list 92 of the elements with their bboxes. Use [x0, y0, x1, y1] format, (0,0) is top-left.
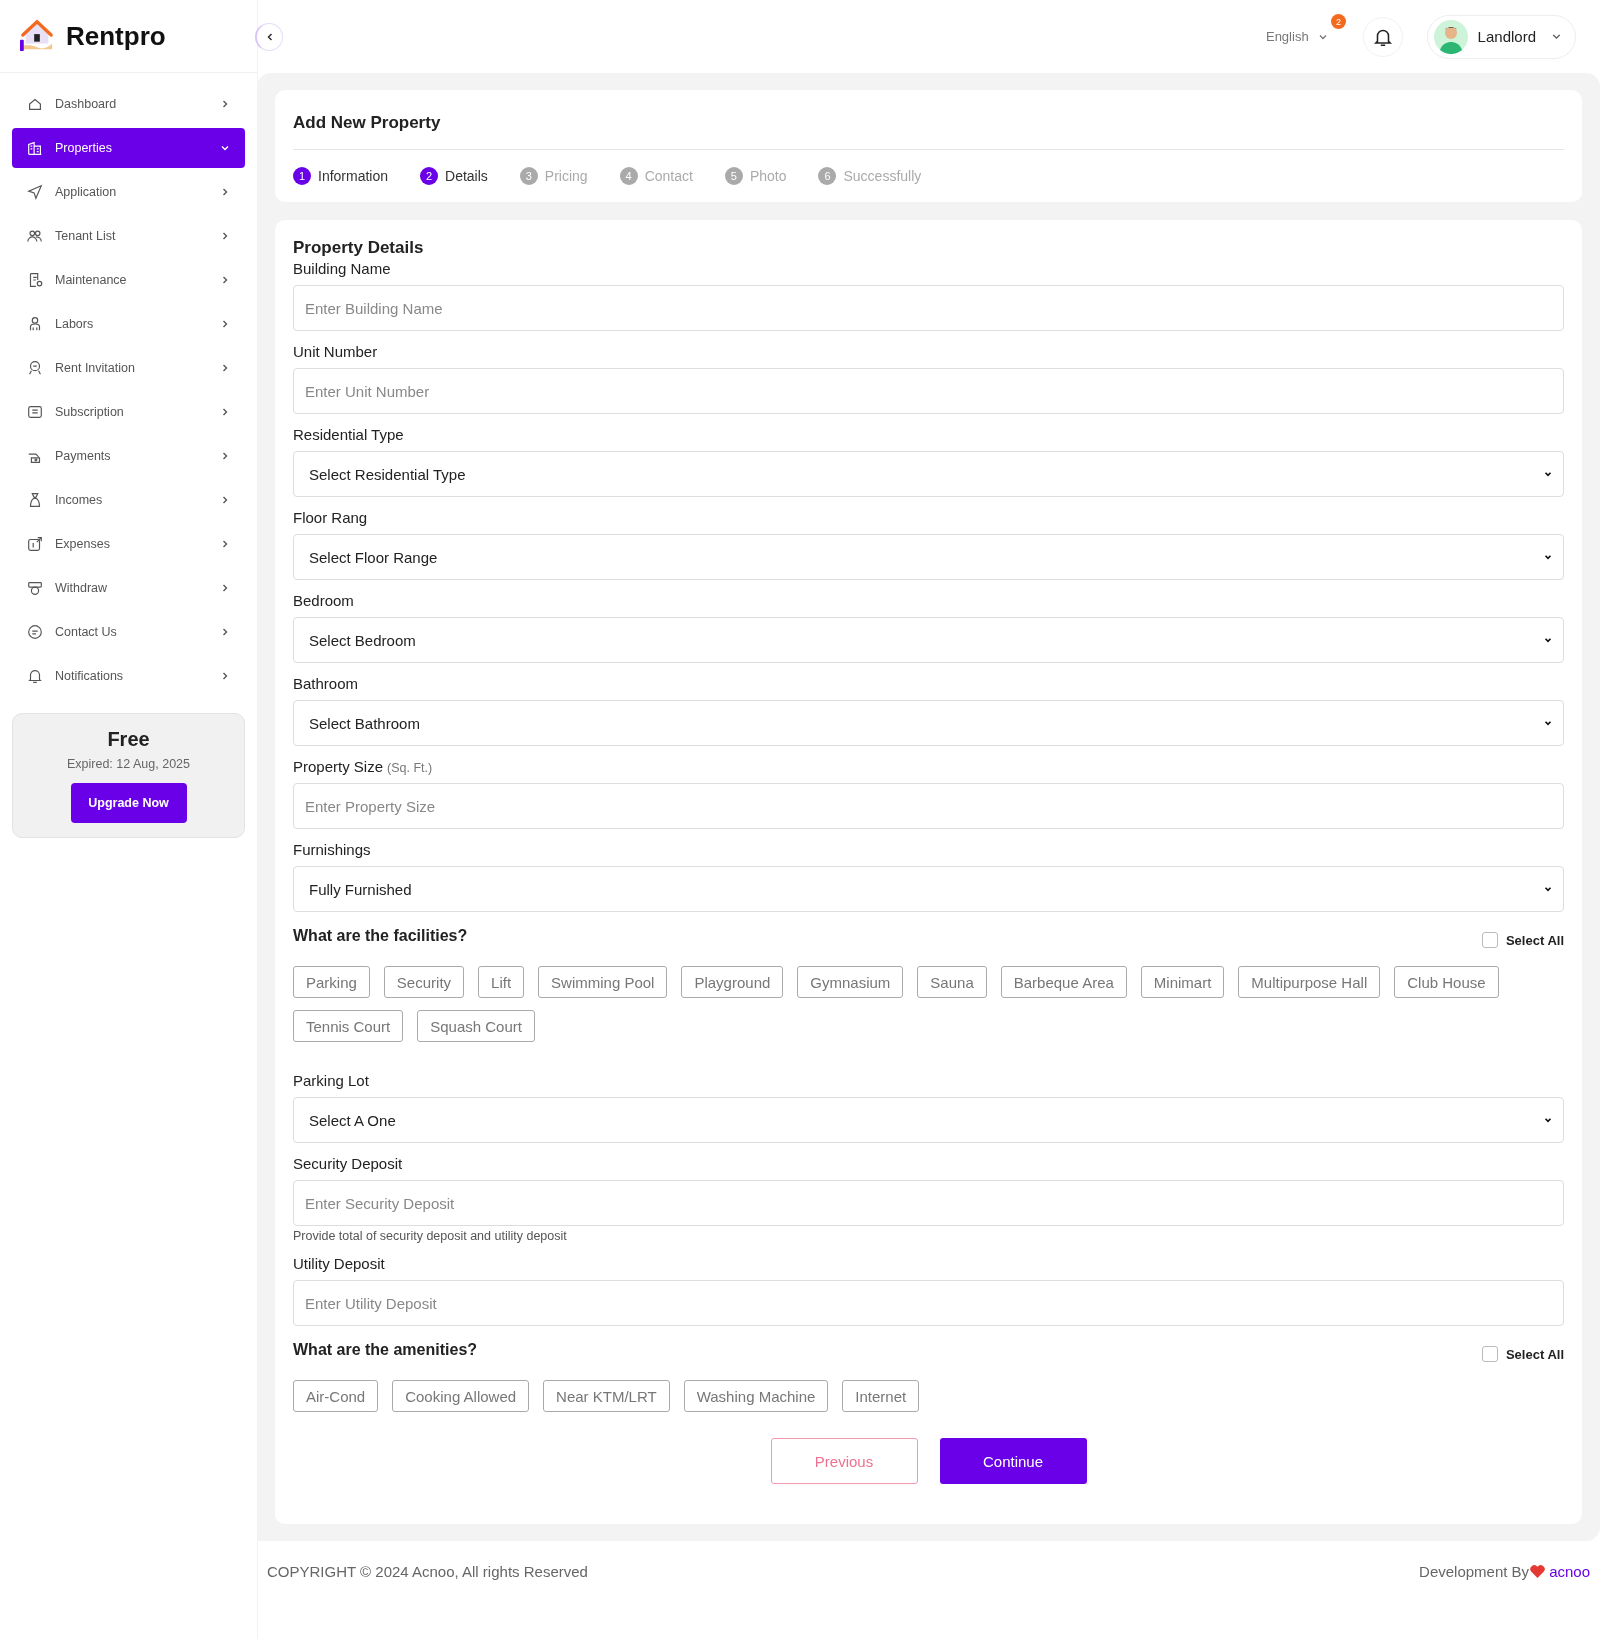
option-chip[interactable]: Gymnasium: [797, 966, 904, 998]
sidebar-item[interactable]: Labors: [12, 304, 245, 344]
option-chip[interactable]: Near KTM/LRT: [543, 1380, 670, 1412]
sidebar-item[interactable]: Incomes: [12, 480, 245, 520]
plan-name: Free: [107, 728, 150, 751]
step-label[interactable]: Details: [445, 168, 488, 184]
option-chip[interactable]: Security: [383, 966, 465, 998]
field-label: Residential Type: [293, 426, 404, 443]
option-chip[interactable]: Squash Court: [417, 1010, 535, 1042]
brand-name: Rentpro: [66, 20, 166, 52]
field-label: Building Name: [293, 260, 391, 277]
field-label: Floor Rang: [293, 509, 368, 526]
option-chip[interactable]: Swimming Pool: [538, 966, 668, 998]
option-chip[interactable]: Cooking Allowed: [392, 1380, 530, 1412]
step-label[interactable]: Information: [318, 168, 389, 184]
option-chip[interactable]: Minimart: [1140, 966, 1225, 998]
input-field[interactable]: Enter Utility Deposit: [293, 1280, 1564, 1326]
field-hint: Provide total of security deposit and utility deposit: [293, 1229, 568, 1243]
field-label: Furnishings: [293, 841, 371, 858]
select-field[interactable]: Select Bedroom: [293, 617, 1564, 663]
sidebar-item[interactable]: Tenant List: [12, 216, 245, 256]
option-chip[interactable]: Parking: [293, 966, 370, 998]
step-number: 2: [420, 167, 439, 185]
sidebar-item[interactable]: Subscription: [12, 392, 245, 432]
question-title: What are the amenities?: [293, 1341, 478, 1359]
option-chip[interactable]: Air-Cond: [293, 1380, 379, 1412]
step-number: 4: [619, 167, 638, 185]
field-label: Property Size: [293, 758, 384, 775]
field-label: Parking Lot: [293, 1072, 369, 1089]
question-title: What are the facilities?: [293, 927, 468, 945]
sidebar-item[interactable]: Payments: [12, 436, 245, 476]
sidebar-item[interactable]: Properties: [12, 128, 245, 168]
bell-icon: [26, 667, 44, 685]
step-number: 6: [818, 167, 837, 185]
step-number: 3: [519, 167, 538, 185]
option-chip[interactable]: Internet: [842, 1380, 920, 1412]
option-chip[interactable]: Lift: [478, 966, 525, 998]
section-title: Property Details: [293, 238, 425, 258]
input-field[interactable]: Enter Building Name: [293, 285, 1564, 331]
sidebar-item[interactable]: Withdraw: [12, 568, 245, 608]
notification-badge: 2: [1331, 14, 1346, 29]
select-field[interactable]: Select A One: [293, 1097, 1564, 1143]
checkbox[interactable]: [1481, 1346, 1498, 1362]
collapse-button[interactable]: [255, 22, 283, 51]
checkbox[interactable]: [1481, 932, 1498, 948]
chat-icon: [26, 623, 44, 641]
logo-icon: [18, 19, 56, 53]
sidebar-item[interactable]: Application: [12, 172, 245, 212]
option-chip[interactable]: Sauna: [917, 966, 987, 998]
heart-icon: [1529, 1564, 1547, 1579]
select-field[interactable]: Select Residential Type: [293, 451, 1564, 497]
language-dropdown[interactable]: English: [1259, 28, 1335, 45]
sidebar-item[interactable]: Rent Invitation: [12, 348, 245, 388]
sidebar-item[interactable]: Maintenance: [12, 260, 245, 300]
sidebar-item[interactable]: Contact Us: [12, 612, 245, 652]
building-icon: [26, 139, 44, 157]
step-number: 5: [724, 167, 743, 185]
page-title: Add New Property: [293, 90, 1564, 150]
select-field[interactable]: Select Floor Range: [293, 534, 1564, 580]
select-field[interactable]: Fully Furnished: [293, 866, 1564, 912]
input-field[interactable]: Enter Security Deposit: [293, 1180, 1564, 1226]
select-field[interactable]: Select Bathroom: [293, 700, 1564, 746]
avatar-icon: [1433, 19, 1468, 54]
sidebar-item[interactable]: Dashboard: [12, 84, 245, 124]
input-field[interactable]: Enter Property Size: [293, 783, 1564, 829]
credit-text: Development By: [1419, 1563, 1530, 1580]
field-label: Bedroom: [293, 592, 354, 609]
unit-note: (Sq. Ft.): [387, 761, 433, 775]
option-chip[interactable]: Multipurpose Hall: [1238, 966, 1381, 998]
option-chip[interactable]: Tennis Court: [293, 1010, 404, 1042]
sidebar-item[interactable]: Notifications: [12, 656, 245, 696]
select-all-label: Select All: [1505, 932, 1564, 948]
field-label: Unit Number: [293, 343, 378, 360]
list-icon: [26, 403, 44, 421]
upgrade-button[interactable]: Upgrade Now: [70, 783, 187, 823]
user-menu[interactable]: Landlord: [1426, 14, 1576, 59]
input-field[interactable]: Enter Unit Number: [293, 368, 1564, 414]
plan-expiry: Expired: 12 Aug, 2025: [67, 757, 190, 771]
copyright-text: COPYRIGHT © 2024 Acnoo, All rights Reserved: [267, 1563, 588, 1580]
send-icon: [26, 183, 44, 201]
option-chip[interactable]: Barbeque Area: [1000, 966, 1127, 998]
credit-link[interactable]: acnoo: [1549, 1563, 1590, 1580]
field-label: Security Deposit: [293, 1155, 403, 1172]
select-all-label: Select All: [1505, 1346, 1564, 1362]
option-chip[interactable]: Club House: [1394, 966, 1499, 998]
option-chip[interactable]: Playground: [681, 966, 784, 998]
option-chip[interactable]: Washing Machine: [683, 1380, 829, 1412]
field-label: Utility Deposit: [293, 1255, 385, 1272]
step-number: 1: [293, 167, 311, 185]
sidebar-item[interactable]: Expenses: [12, 524, 245, 564]
field-label: Bathroom: [293, 675, 359, 692]
continue-button[interactable]: Continue: [939, 1438, 1087, 1484]
